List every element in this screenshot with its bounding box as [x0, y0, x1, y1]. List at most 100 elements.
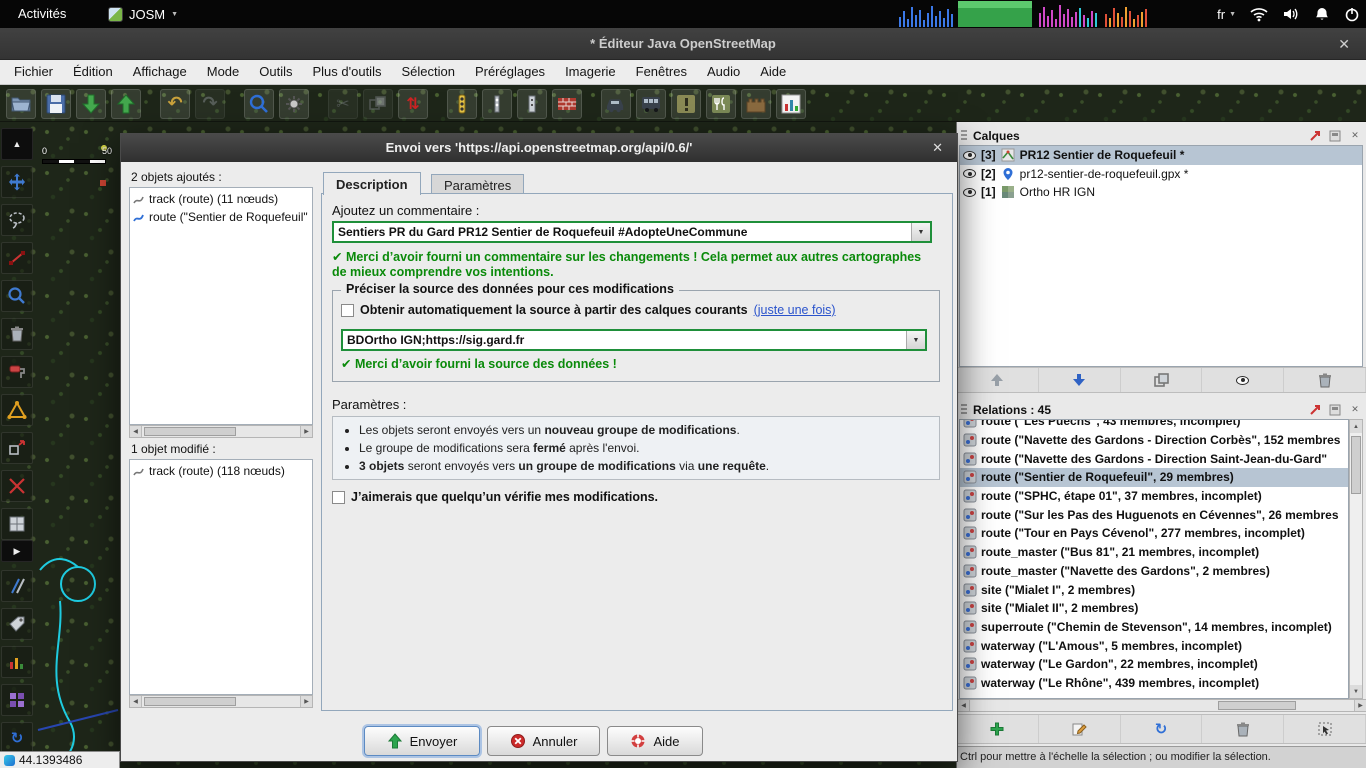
- relation-list-item[interactable]: route ("Les Puechs", 43 membres, incompl…: [960, 419, 1348, 431]
- sticky-icon[interactable]: [1308, 403, 1322, 417]
- horizontal-scrollbar[interactable]: ◀ ▶: [129, 425, 313, 438]
- changeset-source-combobox[interactable]: BDOrtho IGN;https://sig.gard.fr ▼: [341, 329, 927, 351]
- validation-tool[interactable]: [1, 646, 33, 678]
- preferences-button[interactable]: [279, 89, 309, 119]
- crossing-check-tool[interactable]: [1, 470, 33, 502]
- upload-dialog-title-bar[interactable]: Envoi vers 'https://api.openstreetmap.or…: [121, 134, 957, 162]
- merge-layers-button[interactable]: [1121, 368, 1203, 392]
- menu-fichier[interactable]: Fichier: [4, 60, 63, 84]
- car-preset-button[interactable]: [601, 89, 631, 119]
- scroll-up-icon[interactable]: ▲: [1350, 420, 1362, 433]
- upload-button[interactable]: Envoyer: [364, 726, 480, 756]
- layer-row[interactable]: [3] PR12 Sentier de Roquefeuil *: [960, 146, 1362, 165]
- draw-tool[interactable]: [1, 242, 33, 274]
- scroll-right-icon[interactable]: ▶: [300, 426, 312, 437]
- visibility-eye-icon[interactable]: [963, 169, 976, 178]
- modified-objects-list[interactable]: track (route) (118 nœuds): [129, 459, 313, 695]
- move-tool[interactable]: [1, 166, 33, 198]
- relation-list-item[interactable]: waterway ("L'Amous", 5 membres, incomple…: [960, 636, 1348, 655]
- activities-button[interactable]: Activités: [8, 0, 76, 28]
- building-tool[interactable]: [1, 508, 33, 540]
- move-layer-down-button[interactable]: [1039, 368, 1121, 392]
- split-way-button[interactable]: ✂: [328, 89, 358, 119]
- menu-imagerie[interactable]: Imagerie: [555, 60, 626, 84]
- scrollbar-thumb[interactable]: [1351, 436, 1361, 494]
- relation-list-item[interactable]: waterway ("Le Rhône", 439 membres, incom…: [960, 674, 1348, 693]
- improve-accuracy-tool[interactable]: [1, 394, 33, 426]
- wall-preset-button[interactable]: [552, 89, 582, 119]
- edit-relation-button[interactable]: [1039, 715, 1121, 743]
- scroll-right-icon[interactable]: ▶: [300, 696, 312, 707]
- juste-une-fois-link[interactable]: (juste une fois): [754, 303, 836, 317]
- castle-preset-button[interactable]: [741, 89, 771, 119]
- open-button[interactable]: [6, 89, 36, 119]
- menu-prereglages[interactable]: Préréglages: [465, 60, 555, 84]
- tab-parametres[interactable]: Paramètres: [431, 174, 524, 195]
- scrollbar-thumb[interactable]: [144, 427, 236, 436]
- window-close-button[interactable]: ✕: [1338, 28, 1350, 60]
- auto-source-checkbox[interactable]: [341, 304, 354, 317]
- menu-edition[interactable]: Édition: [63, 60, 123, 84]
- menu-selection[interactable]: Sélection: [391, 60, 464, 84]
- app-menu-button[interactable]: JOSM ▼: [100, 0, 186, 28]
- post-preset-button[interactable]: [482, 89, 512, 119]
- scroll-left-icon[interactable]: ◀: [130, 696, 142, 707]
- chevron-down-icon[interactable]: ▼: [911, 223, 930, 241]
- relation-list-item[interactable]: site ("Mialet II", 2 membres): [960, 599, 1348, 618]
- delete-relation-button[interactable]: [1202, 715, 1284, 743]
- scroll-left-icon[interactable]: ◀: [130, 426, 142, 437]
- menu-aide[interactable]: Aide: [750, 60, 796, 84]
- layer-row[interactable]: [2] pr12-sentier-de-roquefeuil.gpx *: [960, 165, 1362, 184]
- relation-list-item[interactable]: route ("Sur les Pas des Huguenots en Cév…: [960, 505, 1348, 524]
- lasso-tool[interactable]: [1, 204, 33, 236]
- panel-close-icon[interactable]: ✕: [1348, 403, 1362, 417]
- dock-icon[interactable]: [1328, 403, 1342, 417]
- panel-drag-handle[interactable]: [961, 404, 967, 416]
- tag-tool[interactable]: [1, 608, 33, 640]
- download-data-button[interactable]: [76, 89, 106, 119]
- histogram-button[interactable]: [776, 89, 806, 119]
- changeset-comment-combobox[interactable]: Sentiers PR du Gard PR12 Sentier de Roqu…: [332, 221, 932, 243]
- relation-list-item[interactable]: superroute ("Chemin de Stevenson", 14 me…: [960, 618, 1348, 637]
- vertical-scrollbar[interactable]: ▲ ▼: [1349, 419, 1363, 699]
- relation-list-item[interactable]: route_master ("Bus 81", 21 membres, inco…: [960, 543, 1348, 562]
- menu-affichage[interactable]: Affichage: [123, 60, 197, 84]
- layer-row[interactable]: [1] Ortho HR IGN: [960, 183, 1362, 202]
- restaurant-preset-button[interactable]: [706, 89, 736, 119]
- imagery-offset-tool[interactable]: [1, 684, 33, 716]
- follow-line-tool[interactable]: ↻: [1, 722, 33, 754]
- traffic-preset-button[interactable]: [447, 89, 477, 119]
- wifi-icon[interactable]: [1250, 6, 1268, 22]
- extrude-tool[interactable]: [1, 432, 33, 464]
- milestone-preset-button[interactable]: [517, 89, 547, 119]
- panel-drag-handle[interactable]: [961, 130, 967, 142]
- power-icon[interactable]: [1344, 6, 1360, 22]
- scroll-down-icon[interactable]: ▼: [1350, 685, 1362, 698]
- move-layer-up-button[interactable]: [957, 368, 1039, 392]
- relation-list-item[interactable]: site ("Mialet I", 2 membres): [960, 580, 1348, 599]
- list-item[interactable]: route ("Sentier de Roquefeuil": [132, 208, 310, 226]
- list-item[interactable]: track (route) (118 nœuds): [132, 462, 310, 480]
- zoom-selection-button[interactable]: [244, 89, 274, 119]
- clock-button[interactable]: dim. 1 sept. 20:07●: [0, 0, 1366, 28]
- review-request-checkbox[interactable]: [332, 491, 345, 504]
- parallel-way-tool[interactable]: [1, 570, 33, 602]
- added-objects-list[interactable]: track (route) (11 nœuds) route ("Sentier…: [129, 187, 313, 425]
- relation-list-item[interactable]: route ("Navette des Gardons - Direction …: [960, 449, 1348, 468]
- menu-audio[interactable]: Audio: [697, 60, 750, 84]
- scrollbar-thumb[interactable]: [144, 697, 236, 706]
- toggle-visibility-button[interactable]: [1202, 368, 1284, 392]
- redo-button[interactable]: ↷: [195, 89, 225, 119]
- menu-plus-doutils[interactable]: Plus d'outils: [303, 60, 392, 84]
- volume-icon[interactable]: [1282, 6, 1300, 22]
- menu-outils[interactable]: Outils: [249, 60, 302, 84]
- relations-list[interactable]: route ("Les Puechs", 43 membres, incompl…: [959, 419, 1349, 699]
- changeset-comment-value[interactable]: Sentiers PR du Gard PR12 Sentier de Roqu…: [334, 223, 911, 241]
- delete-layer-button[interactable]: [1284, 368, 1366, 392]
- horizontal-scrollbar[interactable]: ◀ ▶: [957, 699, 1366, 712]
- zoom-tool[interactable]: [1, 280, 33, 312]
- scroll-right-icon[interactable]: ▶: [1354, 700, 1366, 711]
- tab-description[interactable]: Description: [323, 172, 421, 195]
- reverse-way-button[interactable]: ⇅: [398, 89, 428, 119]
- upload-data-button[interactable]: [111, 89, 141, 119]
